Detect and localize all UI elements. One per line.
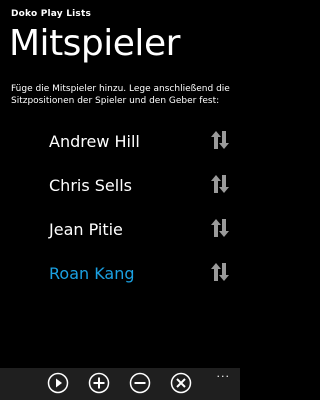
play-icon: [47, 372, 69, 394]
play-button[interactable]: [47, 372, 69, 394]
page-description: Füge die Mitspieler hinzu. Lege anschlie…: [11, 84, 230, 106]
page-title: Mitspieler: [9, 23, 180, 64]
remove-button[interactable]: [129, 372, 151, 394]
remove-icon: [129, 372, 151, 394]
app-bar: ...: [0, 368, 240, 400]
player-name[interactable]: Roan Kang: [49, 264, 135, 284]
add-icon: [88, 372, 110, 394]
player-name[interactable]: Jean Pitie: [49, 220, 123, 240]
reorder-icon[interactable]: [209, 173, 231, 195]
app-title: Doko Play Lists: [11, 9, 92, 19]
more-menu[interactable]: ...: [217, 368, 231, 379]
reorder-icon[interactable]: [209, 217, 231, 239]
player-row[interactable]: Chris Sells: [0, 169, 240, 213]
close-icon: [170, 372, 192, 394]
player-row[interactable]: Andrew Hill: [0, 125, 240, 169]
reorder-icon[interactable]: [209, 129, 231, 151]
player-row-selected[interactable]: Roan Kang: [0, 257, 240, 301]
player-name[interactable]: Andrew Hill: [49, 132, 140, 152]
player-row[interactable]: Jean Pitie: [0, 213, 240, 257]
add-button[interactable]: [88, 372, 110, 394]
close-button[interactable]: [170, 372, 192, 394]
player-name[interactable]: Chris Sells: [49, 176, 132, 196]
player-list: Andrew Hill Chris Sells Jean Pitie Roan …: [0, 125, 240, 301]
reorder-icon[interactable]: [209, 261, 231, 283]
